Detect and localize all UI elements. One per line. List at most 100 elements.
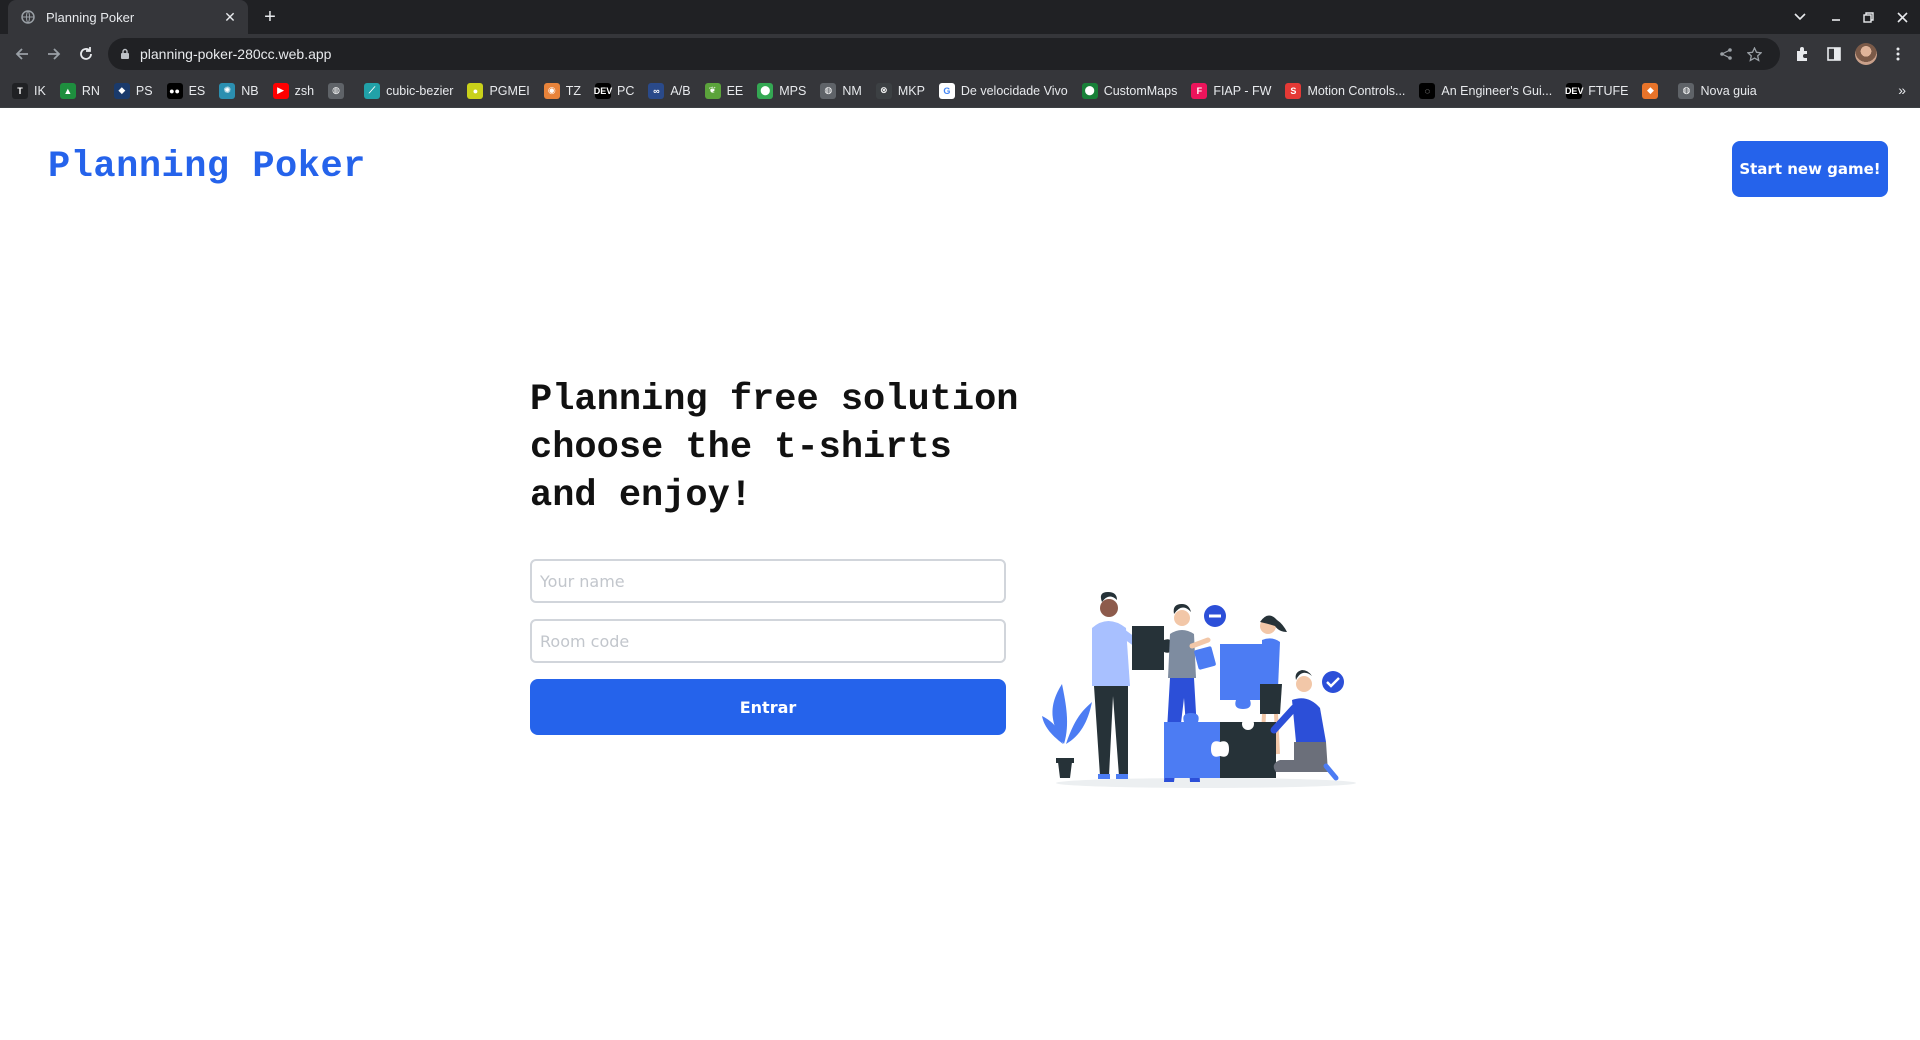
hero-line: and enjoy! — [530, 475, 753, 517]
menu-kebab-icon[interactable] — [1884, 40, 1912, 68]
bookmark-label: PS — [135, 83, 153, 98]
fiap-icon: F — [1191, 82, 1208, 99]
bookmark-item[interactable]: ◍ NM — [820, 82, 862, 99]
youtube-icon: ▶ — [272, 82, 289, 99]
app-icon: ◆ — [1642, 82, 1659, 99]
bookmark-item[interactable]: ∞ A/B — [648, 82, 691, 99]
bookmark-label: PGMEI — [489, 83, 530, 98]
fox-icon: ◉ — [543, 82, 560, 99]
bookmark-label: RN — [81, 83, 100, 98]
bookmark-label: zsh — [294, 83, 315, 98]
browser-toolbar: planning-poker-280cc.web.app — [0, 34, 1920, 74]
bookmark-label: A/B — [670, 83, 691, 98]
start-new-game-button[interactable]: Start new game! — [1732, 141, 1888, 197]
hero-line: choose the t-shirts — [530, 427, 952, 469]
bookmark-item[interactable]: F FIAP - FW — [1191, 82, 1271, 99]
bookmark-label: cubic-bezier — [386, 83, 454, 98]
bookmark-label: TZ — [565, 83, 582, 98]
close-window-icon[interactable] — [1886, 0, 1918, 34]
enter-button[interactable]: Entrar — [530, 679, 1006, 735]
forward-icon[interactable] — [40, 40, 68, 68]
bookmarks-bar: T IK ▲ RN ◆ PS ●● ES ✺ NB ▶ zsh ◍ ⟋ cubic-bezier ● PGMEI… — [0, 74, 1920, 108]
room-code-input[interactable] — [530, 619, 1006, 663]
speech-icon: ◌ — [1419, 82, 1436, 99]
ground-shadow — [1056, 778, 1356, 788]
back-icon[interactable] — [8, 40, 36, 68]
x-circle-icon: ⊗ — [875, 82, 892, 99]
app-logo[interactable]: Planning Poker — [48, 146, 366, 188]
medium-icon: ●● — [166, 82, 183, 99]
s-logo-icon: S — [1285, 82, 1302, 99]
name-input[interactable] — [530, 559, 1006, 603]
restore-icon[interactable] — [1852, 0, 1884, 34]
minus-badge-icon — [1204, 605, 1226, 627]
tab-strip: Planning Poker ✕ + — [0, 0, 1920, 34]
bookmark-label: NM — [842, 83, 862, 98]
extensions-icon[interactable] — [1788, 40, 1816, 68]
bookmark-item[interactable]: ✺ NB — [219, 82, 259, 99]
bookmark-item[interactable]: ◌ An Engineer's Gui... — [1419, 82, 1552, 99]
dev-icon: DEV — [1565, 82, 1583, 99]
atom-icon: ✺ — [219, 82, 236, 99]
bookmark-item[interactable]: ❦ EE — [704, 82, 743, 99]
globe-icon: ◍ — [328, 82, 345, 99]
bookmark-item[interactable]: ⬤ MPS — [757, 82, 807, 99]
bookmark-item[interactable]: ◆ — [1642, 82, 1664, 99]
coin-icon: ● — [467, 82, 484, 99]
share-icon[interactable] — [1712, 47, 1740, 61]
globe-icon — [20, 9, 36, 25]
bookmark-item[interactable]: T IK — [12, 82, 46, 99]
bookmark-label: Motion Controls... — [1307, 83, 1406, 98]
bookmark-item[interactable]: S Motion Controls... — [1285, 82, 1406, 99]
bookmark-label: MPS — [779, 83, 807, 98]
tab-close-icon[interactable]: ✕ — [222, 9, 238, 25]
globe-icon: ◍ — [820, 82, 837, 99]
bookmark-item[interactable]: ▲ RN — [59, 82, 100, 99]
bookmark-item[interactable]: ⟋ cubic-bezier — [364, 82, 454, 99]
bookmark-label: MKP — [897, 83, 925, 98]
t-icon: T — [12, 82, 28, 99]
bookmark-item[interactable]: ▶ zsh — [272, 82, 315, 99]
hero-title: Planning free solution choose the t-shir… — [530, 376, 1050, 520]
tab-title: Planning Poker — [46, 9, 135, 25]
bookmark-item[interactable]: ● PGMEI — [467, 82, 530, 99]
bookmark-item[interactable]: ◍ Nova guia — [1678, 82, 1757, 99]
tab-search-icon[interactable] — [1784, 0, 1816, 34]
bookmark-item[interactable]: DEV FTUFE — [1565, 82, 1628, 99]
bookmark-label: PC — [617, 83, 635, 98]
puzzle-piece-blue-bottom — [1164, 722, 1220, 778]
google-icon: G — [938, 82, 955, 99]
bookmark-item[interactable]: ●● ES — [166, 82, 206, 99]
leaf-icon: ❦ — [704, 82, 721, 99]
bookmark-label: CustomMaps — [1103, 83, 1178, 98]
profile-avatar[interactable] — [1852, 40, 1880, 68]
curve-icon: ⟋ — [364, 82, 381, 99]
bookmark-item[interactable]: ⊗ MKP — [875, 82, 925, 99]
page-content: Planning Poker Start new game! Planning … — [0, 108, 1920, 1040]
bookmark-item[interactable]: DEV PC — [594, 82, 635, 99]
dev-icon: DEV — [594, 82, 612, 99]
chevron-double-right-icon[interactable]: » — [1898, 82, 1906, 98]
side-panel-icon[interactable] — [1820, 40, 1848, 68]
bookmark-label: Nova guia — [1700, 83, 1757, 98]
bookmark-label: De velocidade Vivo — [960, 83, 1068, 98]
browser-chrome: Planning Poker ✕ + planning-poker-280cc.… — [0, 0, 1920, 108]
bookmark-item[interactable]: ⬤ CustomMaps — [1081, 82, 1178, 99]
bookmark-item[interactable]: ◍ — [328, 82, 350, 99]
lock-icon — [120, 48, 130, 60]
browser-tab[interactable]: Planning Poker ✕ — [8, 0, 248, 34]
person-standing-icon — [1092, 592, 1150, 779]
bookmark-label: IK — [34, 83, 46, 98]
bookmark-item[interactable]: G De velocidade Vivo — [938, 82, 1068, 99]
address-bar[interactable]: planning-poker-280cc.web.app — [108, 38, 1780, 70]
hero-line: Planning free solution — [530, 379, 1019, 421]
minimize-icon[interactable] — [1820, 0, 1852, 34]
new-tab-icon[interactable]: + — [258, 5, 282, 29]
bookmark-item[interactable]: ◆ PS — [113, 82, 153, 99]
bookmark-item[interactable]: ◉ TZ — [543, 82, 582, 99]
bookmark-label: ES — [188, 83, 206, 98]
avatar — [1855, 43, 1877, 65]
shield-icon: ◆ — [113, 82, 130, 99]
bookmark-star-icon[interactable] — [1740, 46, 1768, 62]
reload-icon[interactable] — [72, 40, 100, 68]
